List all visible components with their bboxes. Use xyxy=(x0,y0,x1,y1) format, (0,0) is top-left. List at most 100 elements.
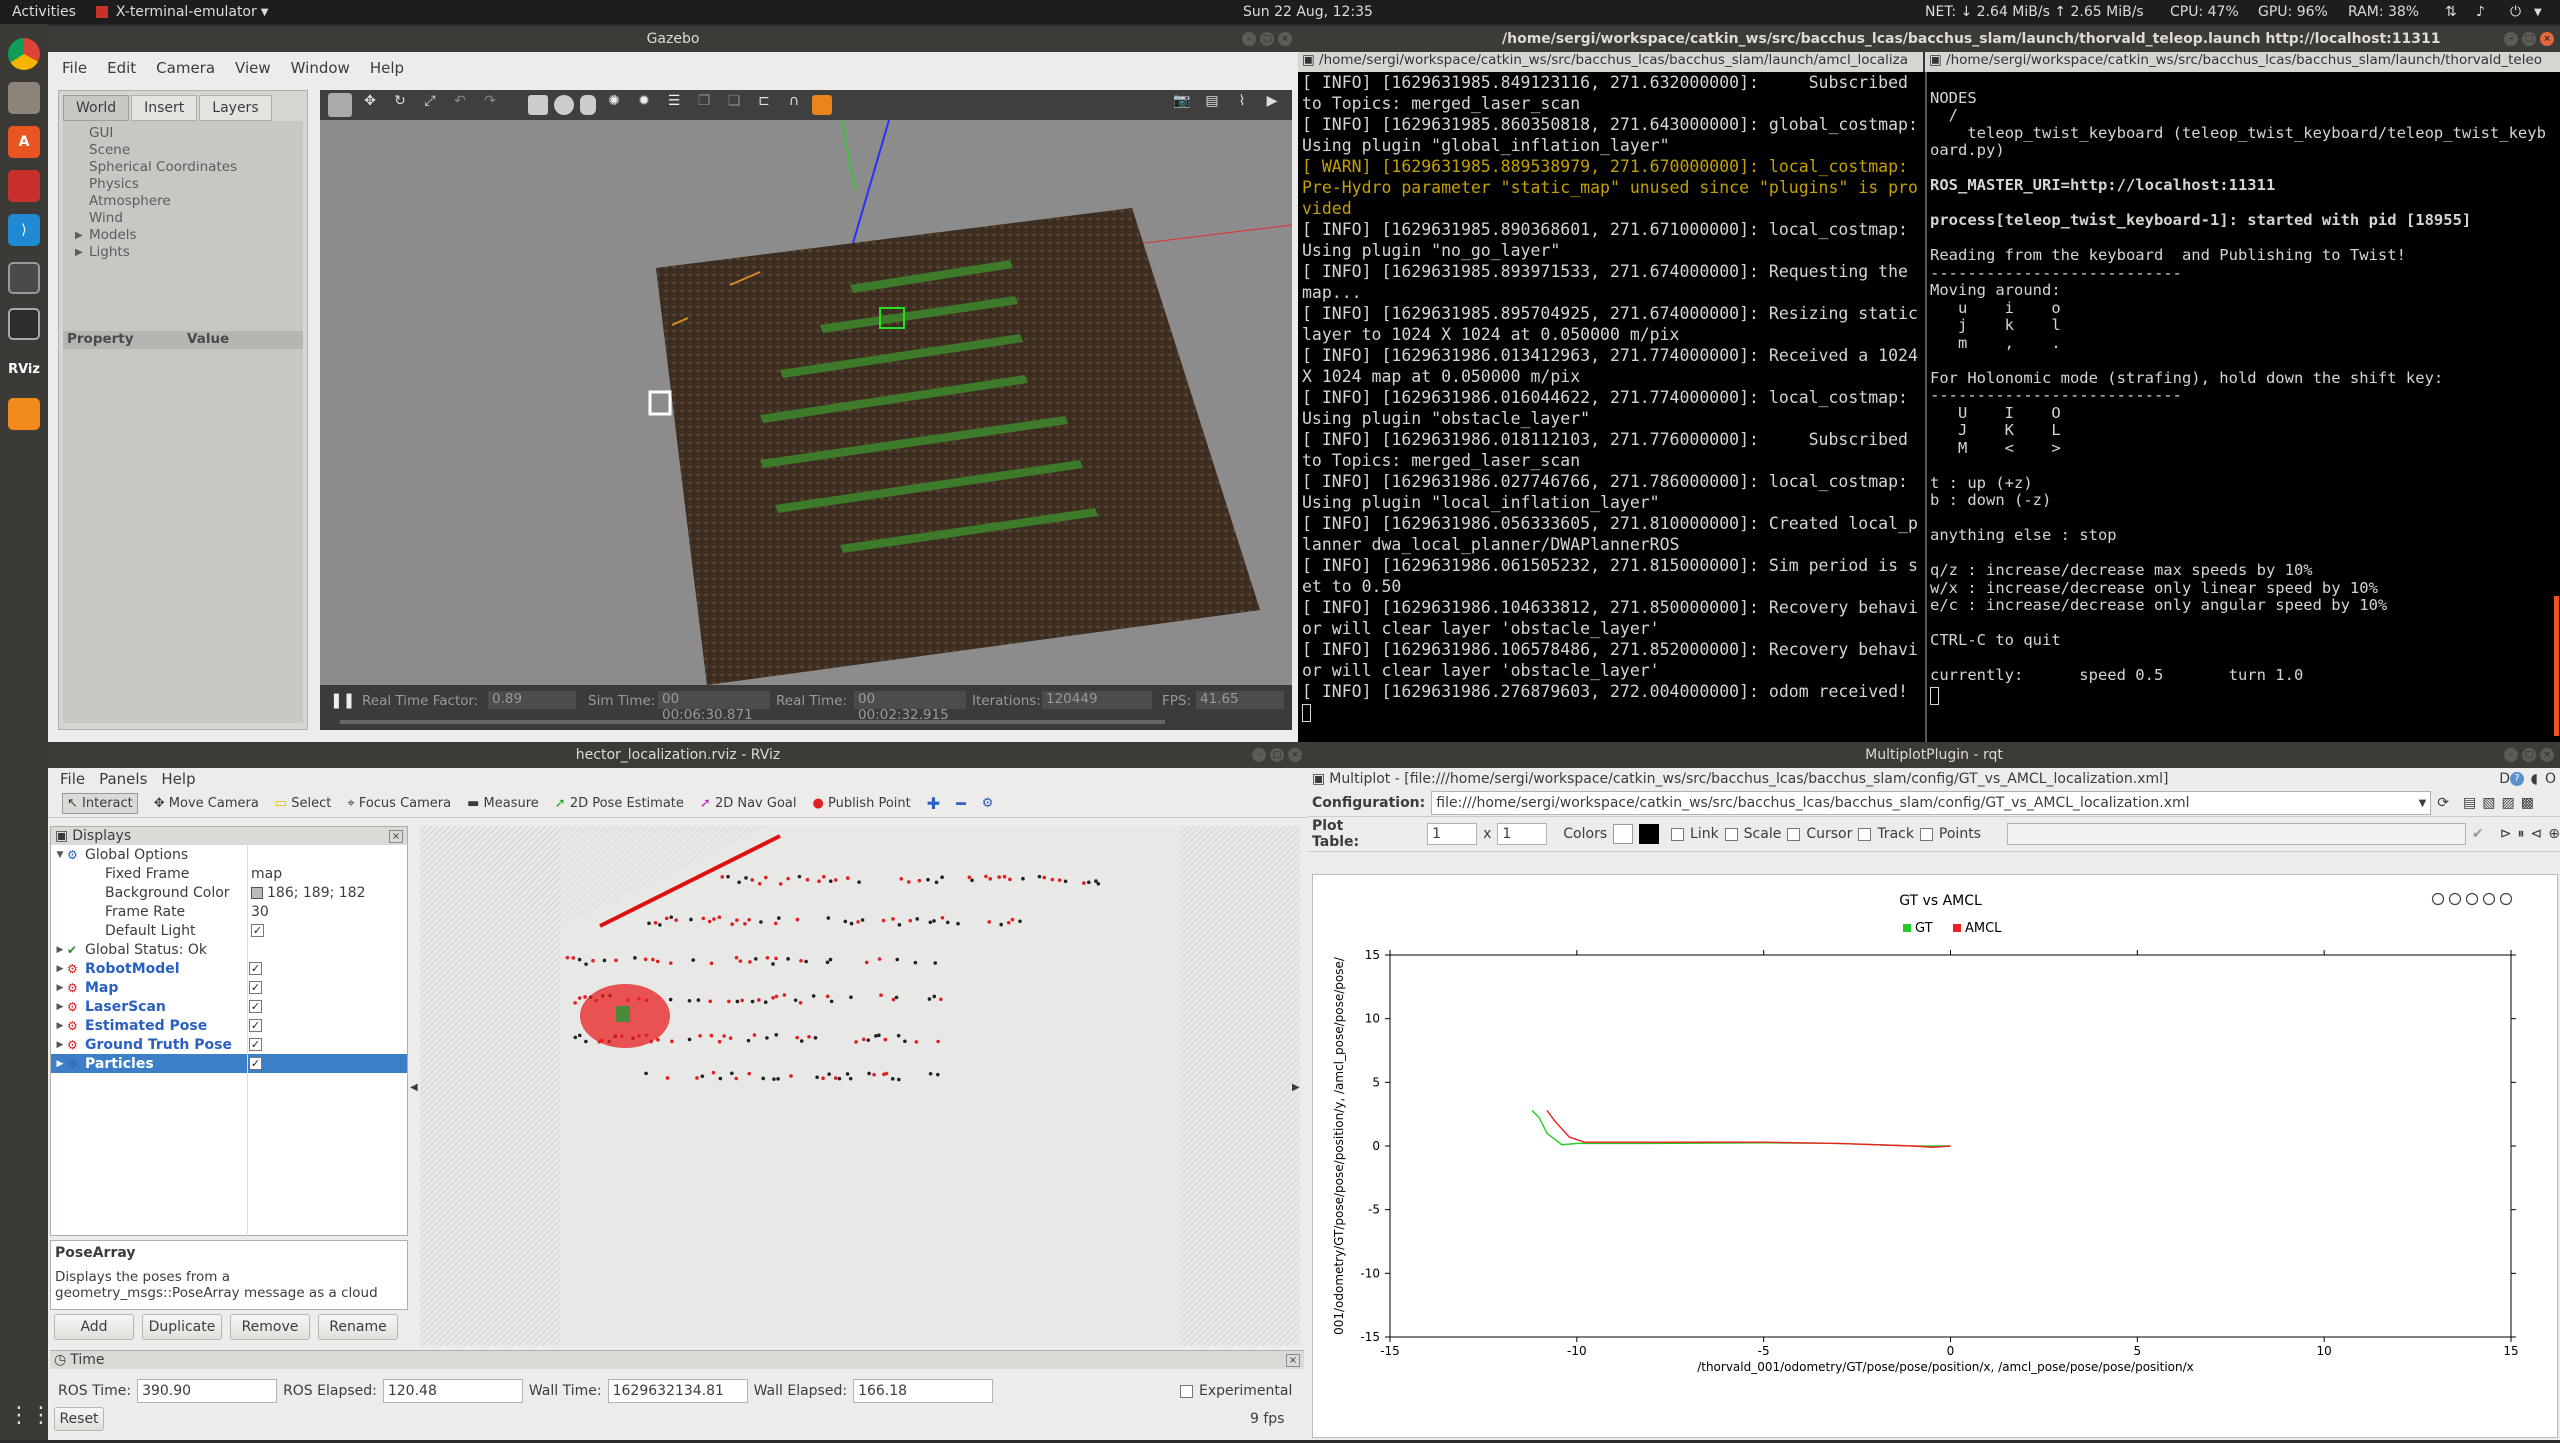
track-checkbox[interactable] xyxy=(1858,827,1872,841)
snap-icon[interactable]: ∩ xyxy=(782,93,806,117)
display-value[interactable]: ✓ xyxy=(243,981,262,994)
minimize-icon[interactable]: – xyxy=(1242,32,1256,46)
expand-arrow-icon[interactable]: ▶ xyxy=(53,1059,67,1069)
maximize-icon[interactable]: □ xyxy=(2522,32,2536,46)
tool-nav-goal[interactable]: ➚ 2D Nav Goal xyxy=(700,796,797,811)
rviz-icon[interactable]: RViz xyxy=(8,354,40,386)
pane-divider[interactable] xyxy=(1925,72,1927,742)
record-icon[interactable]: ▶ xyxy=(1260,93,1284,117)
display-value[interactable]: ✓ xyxy=(243,962,262,975)
enabled-checkbox[interactable]: ✓ xyxy=(251,924,264,937)
enabled-checkbox[interactable]: ✓ xyxy=(249,1019,262,1032)
tool-focus-camera[interactable]: ⌖ Focus Camera xyxy=(347,796,451,811)
tool-settings-icon[interactable]: ⚙ xyxy=(982,796,994,811)
close-panel-icon[interactable]: × xyxy=(389,829,403,843)
link-checkbox[interactable] xyxy=(1671,827,1685,841)
wall-elapsed-field[interactable]: 166.18 xyxy=(853,1379,994,1403)
expand-arrow-icon[interactable]: ▶ xyxy=(53,983,67,993)
rows-spinbox[interactable]: 1 xyxy=(1427,823,1478,845)
tool-pose-estimate[interactable]: ➚ 2D Pose Estimate xyxy=(555,796,684,811)
tab-insert[interactable]: Insert xyxy=(131,95,198,121)
expand-arrow-icon[interactable]: ▶ xyxy=(75,227,83,244)
display-row[interactable]: Default Light ✓ xyxy=(51,921,407,940)
maximize-icon[interactable]: □ xyxy=(1260,32,1274,46)
menu-camera[interactable]: Camera xyxy=(156,59,215,77)
tab-layers[interactable]: Layers xyxy=(199,95,272,121)
close-panel-icon[interactable]: × xyxy=(1286,1353,1300,1367)
clock[interactable]: Sun 22 Aug, 12:35 xyxy=(1243,4,1373,20)
display-row[interactable]: ▶ ⚙ LaserScan ✓ xyxy=(51,997,407,1016)
undo-icon[interactable]: ↶ xyxy=(448,93,472,117)
enabled-checkbox[interactable]: ✓ xyxy=(249,962,262,975)
menu-edit[interactable]: Edit xyxy=(107,59,136,77)
plot-filter-field[interactable] xyxy=(2006,823,2467,845)
clear-icon[interactable]: ⊲ xyxy=(2530,826,2542,842)
fg-color-swatch[interactable] xyxy=(1639,824,1660,844)
menu-window[interactable]: Window xyxy=(291,59,350,77)
scale-checkbox[interactable] xyxy=(1724,827,1738,841)
pause-button[interactable]: ❚❚ xyxy=(330,691,355,709)
tree-item-scene[interactable]: Scene xyxy=(89,142,303,159)
tab-teleop[interactable]: ▣ /home/sergi/workspace/catkin_ws/src/ba… xyxy=(1925,52,2560,72)
display-row[interactable]: ▶ ⚙ Estimated Pose ✓ xyxy=(51,1016,407,1035)
tool-interact[interactable]: ↖ Interact xyxy=(62,793,138,814)
menu-file[interactable]: File xyxy=(60,770,85,788)
ros-elapsed-field[interactable]: 120.48 xyxy=(382,1379,523,1403)
terminal2-icon[interactable] xyxy=(8,308,40,340)
ros-time-field[interactable]: 390.90 xyxy=(137,1379,278,1403)
apply-check-icon[interactable]: ✔ xyxy=(2472,826,2484,842)
close-icon[interactable]: × xyxy=(1288,748,1302,762)
activities-button[interactable]: Activities xyxy=(12,4,76,20)
app-menu-button[interactable]: X-terminal-emulator xyxy=(116,4,257,20)
display-row[interactable]: Fixed Frame map xyxy=(51,864,407,883)
open-config-icon[interactable]: ▧ xyxy=(2482,795,2495,811)
minimize-icon[interactable]: – xyxy=(2504,32,2518,46)
maximize-icon[interactable]: □ xyxy=(1270,748,1284,762)
close-icon[interactable]: × xyxy=(1278,32,1292,46)
record-plot-icon[interactable] xyxy=(2465,892,2479,906)
tree-item-gui[interactable]: GUI xyxy=(89,125,303,142)
enabled-checkbox[interactable]: ✓ xyxy=(249,981,262,994)
menu-help[interactable]: Help xyxy=(161,770,195,788)
experimental-checkbox[interactable] xyxy=(1180,1384,1193,1398)
duplicate-button[interactable]: Duplicate xyxy=(142,1314,222,1340)
tab-amcl[interactable]: ▣ /home/sergi/workspace/catkin_ws/src/ba… xyxy=(1298,52,1925,72)
display-value[interactable]: map xyxy=(245,866,282,882)
log-icon[interactable]: ▤ xyxy=(1200,93,1224,117)
pause-plot-icon[interactable] xyxy=(2448,892,2462,906)
sphere-icon[interactable] xyxy=(554,95,574,115)
display-row[interactable]: ▶ ⚙ Ground Truth Pose ✓ xyxy=(51,1035,407,1054)
expand-arrow-icon[interactable]: ▶ xyxy=(53,1021,67,1031)
display-row[interactable]: ▶ ⚙ RobotModel ✓ xyxy=(51,959,407,978)
remove-button[interactable]: Remove xyxy=(230,1314,310,1340)
directional-light-icon[interactable]: ☰ xyxy=(662,93,686,117)
zoom-in-icon[interactable] xyxy=(2431,892,2445,906)
view-angle-icon[interactable] xyxy=(812,95,832,115)
box-icon[interactable] xyxy=(528,95,548,115)
redo-icon[interactable]: ↷ xyxy=(478,93,502,117)
network-icon[interactable]: ⇅ xyxy=(2445,4,2457,20)
add-button[interactable]: Add xyxy=(54,1314,134,1340)
volume-icon[interactable]: ♪ xyxy=(2476,4,2485,20)
gazebo-icon[interactable] xyxy=(8,398,40,430)
add-tool-icon[interactable]: ✚ xyxy=(927,794,940,813)
cols-spinbox[interactable]: 1 xyxy=(1497,823,1548,845)
display-value[interactable]: ✓ xyxy=(243,1000,262,1013)
power-icon[interactable]: ⏻ xyxy=(2510,4,2521,20)
tree-item-atmosphere[interactable]: Atmosphere xyxy=(89,193,303,210)
zoom-out-icon[interactable] xyxy=(2499,892,2513,906)
align-icon[interactable]: ⊏ xyxy=(752,93,776,117)
tree-item-lights[interactable]: Lights xyxy=(89,244,130,260)
display-value[interactable]: ✓ xyxy=(243,1038,262,1051)
display-value[interactable]: 186; 189; 182 xyxy=(245,885,366,901)
translate-icon[interactable]: ✥ xyxy=(358,93,382,117)
tree-item-models[interactable]: Models xyxy=(89,227,137,243)
tree-item-wind[interactable]: Wind xyxy=(89,210,303,227)
tool-select[interactable]: ▭ Select xyxy=(275,796,332,811)
expand-right-arrow-icon[interactable]: ▶ xyxy=(1292,1082,1300,1093)
help-icon[interactable]: ? xyxy=(2510,772,2524,786)
display-value[interactable]: ✓ xyxy=(243,1019,262,1032)
reload-config-icon[interactable]: ⟳ xyxy=(2437,795,2449,811)
point-light-icon[interactable]: ✺ xyxy=(602,93,626,117)
chrome-icon[interactable] xyxy=(8,38,40,70)
